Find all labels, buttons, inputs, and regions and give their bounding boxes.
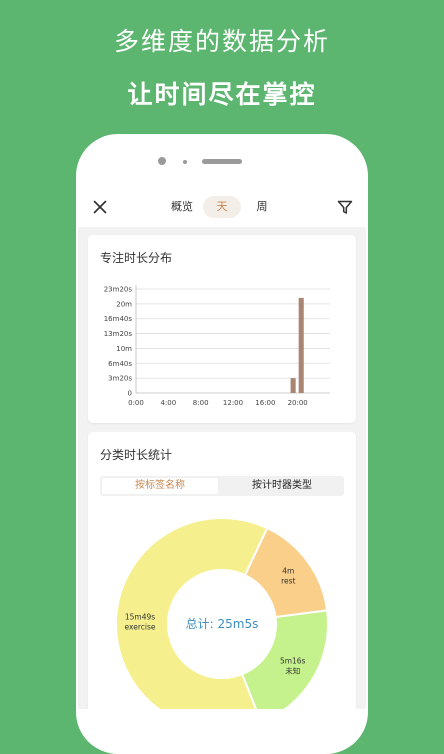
y-tick-label: 20m bbox=[116, 300, 132, 308]
tab-day[interactable]: 天 bbox=[203, 196, 241, 218]
x-tick-label: 12:00 bbox=[223, 399, 243, 407]
slice-duration-label: 15m49s bbox=[125, 613, 155, 622]
category-donut-chart: 4mrest 5m16s未知 15m49sexercise 总计: 25m5s bbox=[115, 517, 329, 709]
category-duration-card: 分类时长统计 按标签名称 按计时器类型 4m rest 5m16s 未知 15m49s e… bbox=[88, 432, 356, 709]
x-tick-label: 4:00 bbox=[160, 399, 176, 407]
phone-speaker bbox=[202, 159, 242, 164]
toggle-by-tag[interactable]: 按标签名称 bbox=[102, 478, 218, 494]
donut-total-label: 总计: 25m5s bbox=[186, 617, 259, 631]
grouping-toggle: 按标签名称 按计时器类型 bbox=[100, 476, 344, 496]
top-bar: 概览 天 周 bbox=[78, 187, 366, 227]
phone-sensor bbox=[183, 160, 187, 164]
focus-duration-chart: 0 3m20s 6m40s 10m 13m20s 16m40s 20m 23m20s 0:00 4… bbox=[104, 285, 330, 407]
x-tick-label: 0:00 bbox=[128, 399, 144, 407]
x-tick-label: 16:00 bbox=[255, 399, 275, 407]
promo-headline: 多维度的数据分析 bbox=[113, 27, 330, 56]
card-title: 专注时长分布 bbox=[100, 251, 173, 265]
slice-name-label: 未知 bbox=[285, 666, 300, 676]
close-icon[interactable] bbox=[90, 197, 110, 217]
promo-subheadline: 让时间尽在掌控 bbox=[127, 80, 317, 109]
app-screen: 概览 天 周 专注时长分布 0 3m20s 6m40s 10m 13m20s 16m40s… bbox=[78, 187, 366, 709]
y-tick-label: 16m40s bbox=[104, 315, 133, 323]
y-tick-label: 13m20s bbox=[104, 330, 133, 338]
focus-bar[interactable] bbox=[298, 297, 304, 393]
x-tick-label: 8:00 bbox=[193, 399, 209, 407]
y-tick-label: 3m20s bbox=[108, 375, 132, 383]
y-tick-label: 23m20s bbox=[104, 286, 133, 294]
tab-week[interactable]: 周 bbox=[246, 196, 278, 218]
y-tick-label: 0 bbox=[128, 390, 132, 398]
y-tick-label: 6m40s bbox=[108, 360, 132, 368]
filter-icon[interactable] bbox=[335, 197, 355, 217]
focus-duration-card: 专注时长分布 0 3m20s 6m40s 10m 13m20s 16m40s 20m 23m2… bbox=[88, 235, 356, 423]
tab-overview[interactable]: 概览 bbox=[166, 196, 198, 218]
slice-name-label: rest bbox=[281, 577, 295, 586]
y-tick-label: 10m bbox=[116, 345, 132, 353]
slice-duration-label: 5m16s bbox=[280, 657, 306, 666]
card-title: 分类时长统计 bbox=[100, 448, 173, 462]
x-tick-label: 20:00 bbox=[288, 399, 308, 407]
phone-camera bbox=[158, 157, 166, 165]
slice-duration-label: 4m bbox=[282, 567, 294, 576]
focus-bar[interactable] bbox=[290, 378, 296, 393]
toggle-by-timer-type[interactable]: 按计时器类型 bbox=[222, 478, 342, 494]
slice-name-label: exercise bbox=[125, 623, 156, 632]
